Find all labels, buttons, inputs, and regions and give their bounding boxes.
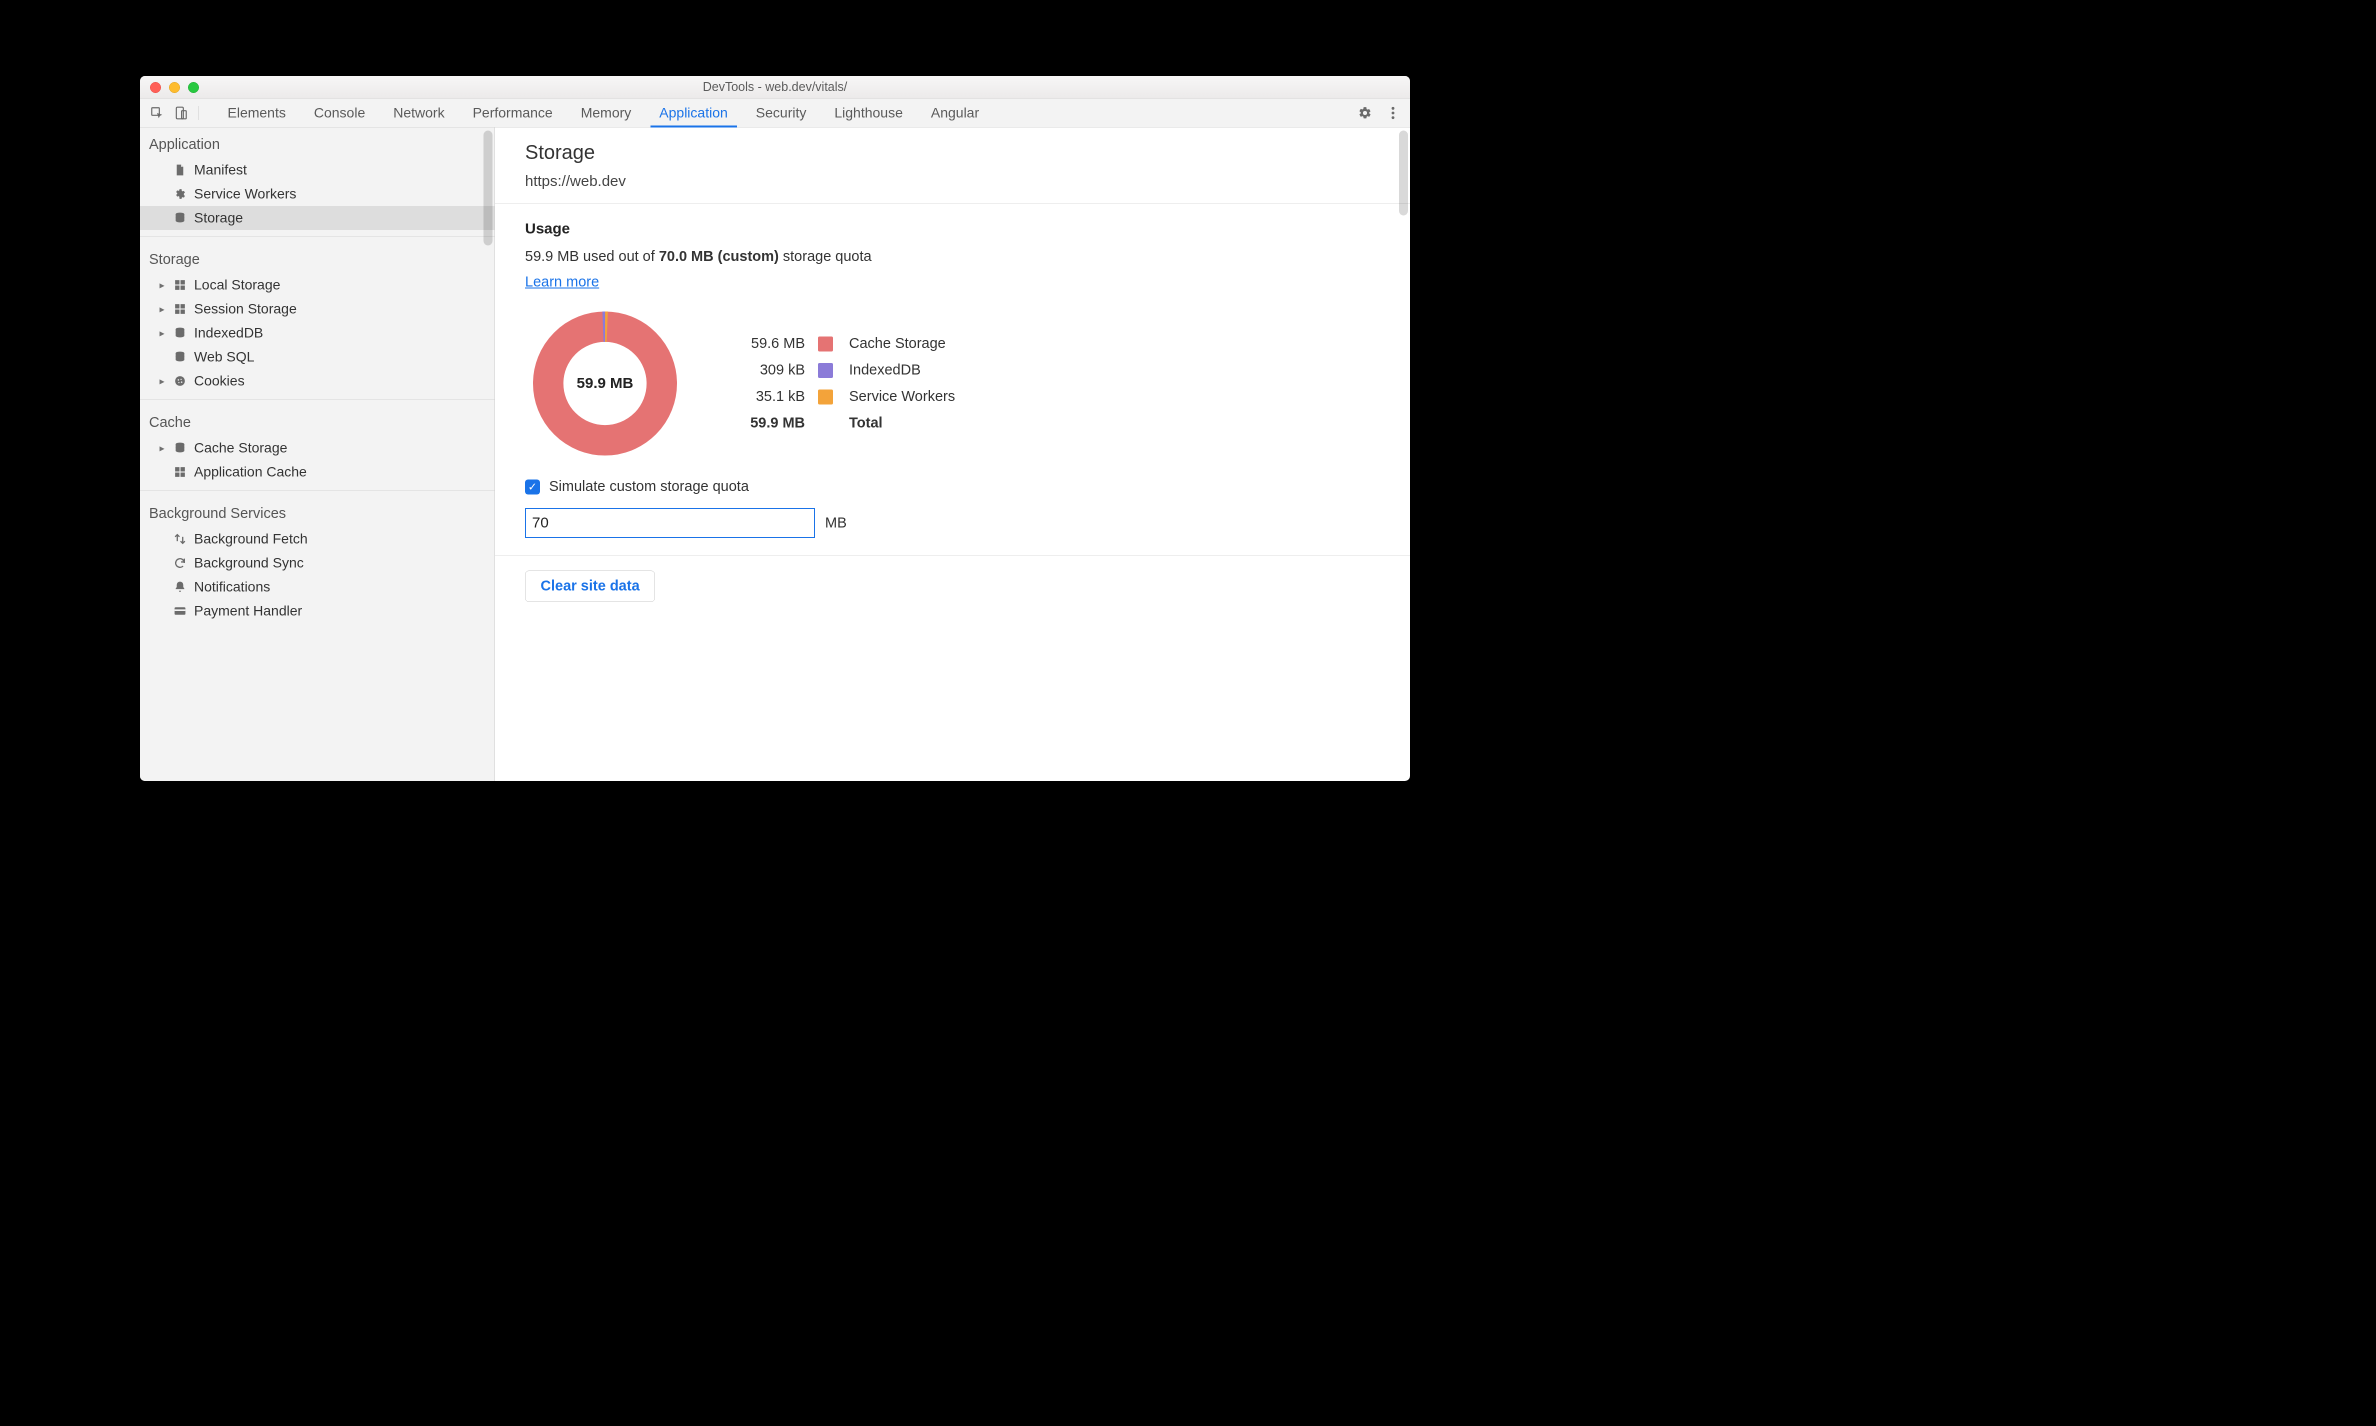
sidebar-item-label: Payment Handler [194, 603, 302, 619]
sidebar-item-label: Background Fetch [194, 531, 308, 547]
quota-input[interactable] [525, 508, 815, 538]
tab-angular[interactable]: Angular [917, 99, 993, 128]
database-icon [173, 350, 187, 364]
sync-icon [173, 556, 187, 570]
sidebar-item-web-sql[interactable]: Web SQL [140, 345, 495, 369]
tab-elements[interactable]: Elements [214, 99, 300, 128]
swap-icon [173, 532, 187, 546]
sidebar-item-background-fetch[interactable]: Background Fetch [140, 527, 495, 551]
legend-swatch [818, 389, 833, 404]
simulate-quota-label: Simulate custom storage quota [549, 479, 749, 496]
tab-performance[interactable]: Performance [459, 99, 567, 128]
sidebar-item-indexeddb[interactable]: ▸ IndexedDB [140, 321, 495, 345]
grid-icon [173, 278, 187, 292]
legend-label: Service Workers [849, 389, 955, 406]
sidebar-section-storage: Storage [140, 243, 495, 274]
tab-application[interactable]: Application [645, 99, 741, 128]
tab-security[interactable]: Security [742, 99, 821, 128]
sidebar-item-notifications[interactable]: Notifications [140, 575, 495, 599]
sidebar-item-cache-storage[interactable]: ▸ Cache Storage [140, 436, 495, 460]
sidebar-item-label: Cookies [194, 373, 245, 389]
legend-label: Cache Storage [849, 336, 955, 353]
tab-network[interactable]: Network [379, 99, 458, 128]
sidebar-section-application: Application [140, 128, 495, 159]
bell-icon [173, 580, 187, 594]
usage-line: 59.9 MB used out of 70.0 MB (custom) sto… [525, 249, 1380, 266]
device-toolbar-icon[interactable] [174, 106, 188, 120]
sidebar-item-label: Service Workers [194, 186, 296, 202]
chevron-right-icon[interactable]: ▸ [158, 375, 166, 388]
sidebar-item-label: Local Storage [194, 277, 280, 293]
titlebar: DevTools - web.dev/vitals/ [140, 76, 1410, 99]
sidebar-item-label: Web SQL [194, 349, 254, 365]
legend-swatch [818, 336, 833, 351]
legend-value: 59.6 MB [730, 336, 805, 353]
usage-donut-chart: 59.9 MB [525, 304, 685, 464]
sidebar-item-manifest[interactable]: Manifest [140, 158, 495, 182]
page-title: Storage [525, 142, 1380, 165]
database-icon [173, 441, 187, 455]
donut-center-label: 59.9 MB [525, 304, 685, 464]
legend-label: IndexedDB [849, 362, 955, 379]
panel-tabs: ElementsConsoleNetworkPerformanceMemoryA… [140, 99, 1410, 128]
kebab-menu-icon[interactable] [1386, 106, 1400, 120]
sidebar-item-session-storage[interactable]: ▸ Session Storage [140, 297, 495, 321]
gear-icon [173, 187, 187, 201]
legend-total-label: Total [849, 415, 955, 432]
grid-icon [173, 465, 187, 479]
origin-label: https://web.dev [525, 173, 1380, 190]
inspect-icon[interactable] [150, 106, 164, 120]
sidebar-section-cache: Cache [140, 406, 495, 437]
sidebar-item-background-sync[interactable]: Background Sync [140, 551, 495, 575]
sidebar-item-payment-handler[interactable]: Payment Handler [140, 599, 495, 623]
sidebar-item-application-cache[interactable]: Application Cache [140, 460, 495, 484]
legend-swatch [818, 363, 833, 378]
file-icon [173, 163, 187, 177]
learn-more-link[interactable]: Learn more [525, 274, 599, 290]
application-sidebar: Application Manifest Service Workers Storag… [140, 128, 495, 782]
chevron-right-icon[interactable]: ▸ [158, 279, 166, 292]
sidebar-item-label: IndexedDB [194, 325, 263, 341]
window-title: DevTools - web.dev/vitals/ [140, 80, 1410, 95]
sidebar-item-label: Storage [194, 210, 243, 226]
tab-lighthouse[interactable]: Lighthouse [820, 99, 917, 128]
sidebar-item-cookies[interactable]: ▸ Cookies [140, 369, 495, 393]
usage-used: 59.9 MB used out of [525, 249, 659, 265]
sidebar-item-label: Cache Storage [194, 440, 287, 456]
sidebar-item-label: Application Cache [194, 464, 307, 480]
sidebar-scrollbar[interactable] [484, 131, 493, 246]
chevron-right-icon[interactable]: ▸ [158, 303, 166, 316]
usage-quota: 70.0 MB (custom) [659, 249, 779, 265]
quota-unit: MB [825, 515, 847, 532]
sidebar-item-label: Background Sync [194, 555, 304, 571]
sidebar-section-background-services: Background Services [140, 497, 495, 528]
usage-legend: 59.6 MB Cache Storage 309 kB IndexedDB 35.1 … [730, 336, 955, 432]
card-icon [173, 604, 187, 618]
sidebar-item-service-workers[interactable]: Service Workers [140, 182, 495, 206]
legend-value: 35.1 kB [730, 389, 805, 406]
database-icon [173, 211, 187, 225]
sidebar-item-storage[interactable]: Storage [140, 206, 495, 230]
sidebar-item-label: Manifest [194, 162, 247, 178]
sidebar-item-label: Session Storage [194, 301, 297, 317]
usage-suffix: storage quota [779, 249, 872, 265]
legend-value: 309 kB [730, 362, 805, 379]
simulate-quota-checkbox[interactable]: ✓ [525, 479, 540, 494]
grid-icon [173, 302, 187, 316]
chevron-right-icon[interactable]: ▸ [158, 442, 166, 455]
tab-memory[interactable]: Memory [567, 99, 646, 128]
chevron-right-icon[interactable]: ▸ [158, 327, 166, 340]
cookie-icon [173, 374, 187, 388]
database-icon [173, 326, 187, 340]
devtools-window: DevTools - web.dev/vitals/ Eleme [140, 76, 1410, 781]
clear-site-data-button[interactable]: Clear site data [525, 571, 655, 603]
sidebar-item-local-storage[interactable]: ▸ Local Storage [140, 273, 495, 297]
tab-console[interactable]: Console [300, 99, 379, 128]
main-scrollbar[interactable] [1399, 131, 1408, 216]
storage-panel: Storage https://web.dev Usage 59.9 MB us… [495, 128, 1410, 782]
sidebar-item-label: Notifications [194, 579, 270, 595]
usage-heading: Usage [525, 221, 1380, 238]
legend-total-value: 59.9 MB [730, 415, 805, 432]
gear-icon[interactable] [1358, 106, 1372, 120]
